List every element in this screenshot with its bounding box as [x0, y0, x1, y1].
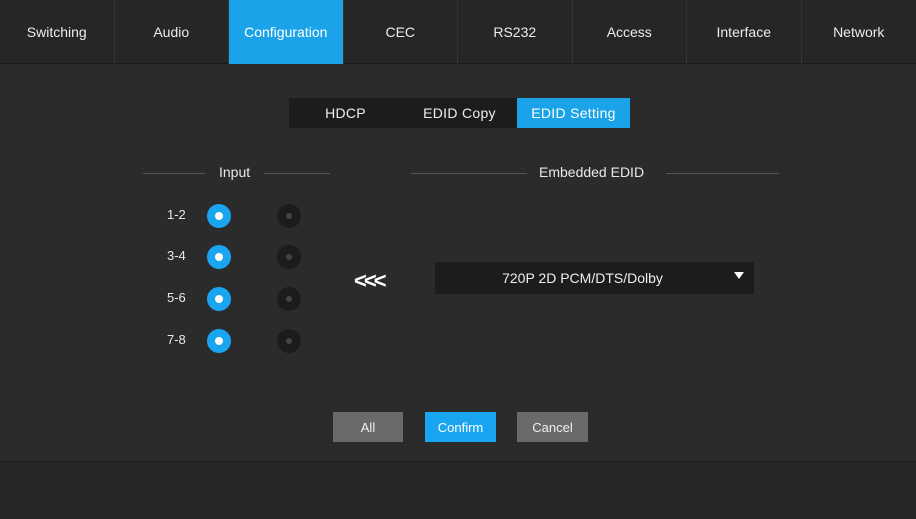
input-3-4-radio-selected[interactable] [207, 245, 231, 269]
embedded-edid-selected-value: 720P 2D PCM/DTS/Dolby [502, 270, 663, 286]
input-5-6-radio-selected[interactable] [207, 287, 231, 311]
chevron-down-icon [734, 272, 744, 279]
top-navigation: Switching Audio Configuration CEC RS232 … [0, 0, 916, 64]
input-5-6-radio-unselected[interactable] [277, 287, 301, 311]
embedded-edid-select[interactable]: 720P 2D PCM/DTS/Dolby [435, 262, 754, 294]
input-7-8-radio-unselected[interactable] [277, 329, 301, 353]
input-section-title: Input [219, 164, 251, 180]
edid-header-line-right [666, 173, 779, 174]
subtab-edid-copy[interactable]: EDID Copy [402, 98, 517, 128]
input-row-label: 7-8 [167, 332, 186, 347]
tab-network[interactable]: Network [802, 0, 916, 64]
input-3-4-radio-unselected[interactable] [277, 245, 301, 269]
input-row-label: 5-6 [167, 290, 186, 305]
tab-switching[interactable]: Switching [0, 0, 115, 64]
footer-bar [0, 461, 916, 519]
edid-header-line-left [411, 173, 527, 174]
tab-audio[interactable]: Audio [115, 0, 229, 64]
assign-arrows-icon: <<< [354, 268, 387, 293]
tab-interface[interactable]: Interface [687, 0, 802, 64]
subtab-hdcp[interactable]: HDCP [289, 98, 402, 128]
cancel-button[interactable]: Cancel [517, 412, 588, 442]
tab-cec[interactable]: CEC [344, 0, 458, 64]
input-1-2-radio-unselected[interactable] [277, 204, 301, 228]
input-header-line-right [264, 173, 330, 174]
input-row-label: 1-2 [167, 207, 186, 222]
input-row-label: 3-4 [167, 248, 186, 263]
input-1-2-radio-selected[interactable] [207, 204, 231, 228]
embedded-edid-title: Embedded EDID [539, 164, 645, 180]
tab-rs232[interactable]: RS232 [458, 0, 573, 64]
subtab-edid-setting[interactable]: EDID Setting [517, 98, 630, 128]
confirm-button[interactable]: Confirm [425, 412, 496, 442]
all-button[interactable]: All [333, 412, 403, 442]
input-7-8-radio-selected[interactable] [207, 329, 231, 353]
configuration-subtabs: HDCP EDID Copy EDID Setting [289, 98, 630, 128]
input-header-line-left [143, 173, 205, 174]
tab-access[interactable]: Access [573, 0, 687, 64]
tab-configuration[interactable]: Configuration [229, 0, 344, 64]
